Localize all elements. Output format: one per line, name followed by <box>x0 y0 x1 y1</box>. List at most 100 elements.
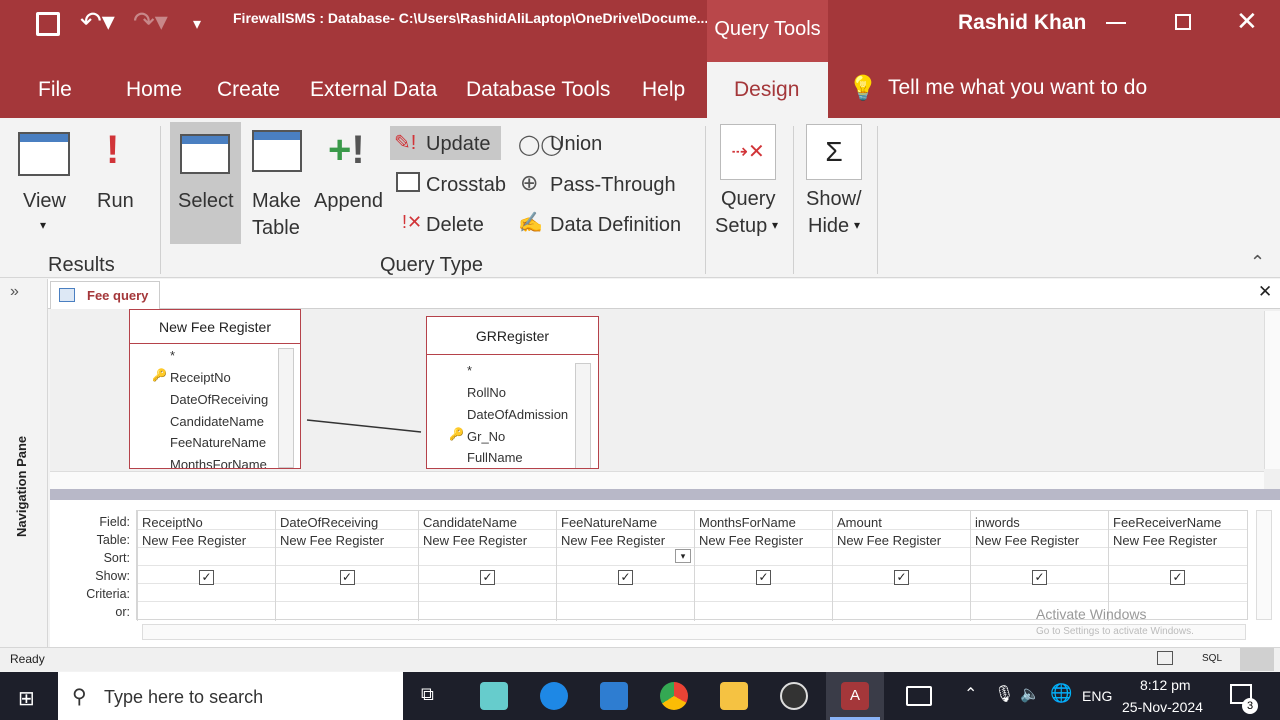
table-scrollbar[interactable] <box>575 363 591 468</box>
table-cell[interactable]: New Fee Register <box>975 533 1079 548</box>
tab-external-data[interactable]: External Data <box>310 78 437 102</box>
field-cell[interactable]: ReceiptNo <box>142 515 203 530</box>
collapse-ribbon-icon[interactable]: ⌃ <box>1250 252 1265 273</box>
field-item[interactable]: MonthsForName <box>170 457 267 468</box>
field-cell[interactable]: FeeNatureName <box>561 515 657 530</box>
field-item[interactable]: RollNo <box>467 385 506 400</box>
clock-time[interactable]: 8:12 pm <box>1140 677 1191 693</box>
field-cell[interactable]: DateOfReceiving <box>280 515 378 530</box>
show-hide-dropdown-icon[interactable]: ▾ <box>854 218 860 232</box>
microphone-icon[interactable]: 🎙 <box>994 684 1014 704</box>
volume-icon[interactable]: 🔈 <box>1020 684 1040 704</box>
network-icon[interactable]: 🌐 <box>1050 683 1072 704</box>
tab-help[interactable]: Help <box>642 78 685 102</box>
table-cell[interactable]: New Fee Register <box>1113 533 1217 548</box>
table-new-fee-register[interactable]: New Fee Register * 🔑 ReceiptNo DateOfRec… <box>129 309 301 469</box>
tab-home[interactable]: Home <box>126 78 182 102</box>
field-item[interactable]: ReceiptNo <box>170 370 231 385</box>
chevron-up-icon[interactable]: ⌃ <box>964 684 977 704</box>
grid-column[interactable]: ReceiptNo New Fee Register ✓ <box>137 511 275 621</box>
table-cell[interactable]: New Fee Register <box>561 533 665 548</box>
language-indicator[interactable]: ENG <box>1082 688 1112 704</box>
grid-column[interactable]: inwords New Fee Register ✓ <box>970 511 1108 621</box>
datasheet-view-icon[interactable] <box>1157 651 1173 665</box>
grid-column[interactable]: FeeReceiverName New Fee Register ✓ <box>1108 511 1246 621</box>
table-cell[interactable]: New Fee Register <box>142 533 246 548</box>
table-cell[interactable]: New Fee Register <box>837 533 941 548</box>
field-item[interactable]: Gr_No <box>467 429 505 444</box>
user-name[interactable]: Rashid Khan <box>958 11 1086 35</box>
field-cell[interactable]: MonthsForName <box>699 515 796 530</box>
field-item[interactable]: DateOfReceiving <box>170 392 268 407</box>
access-taskbar-button[interactable]: A <box>826 672 884 720</box>
table-dropdown-icon[interactable]: ▾ <box>675 549 691 563</box>
tab-design[interactable]: Design <box>734 78 799 102</box>
run-button[interactable]: Run <box>97 190 134 213</box>
pc-icon[interactable] <box>600 682 628 710</box>
task-view-icon[interactable]: ⧉ <box>421 684 434 705</box>
close-icon[interactable]: ✕ <box>1236 6 1258 37</box>
grid-column[interactable]: DateOfReceiving New Fee Register ✓ <box>275 511 418 621</box>
query-setup-button[interactable]: Query <box>721 188 775 211</box>
field-item[interactable]: * <box>467 363 472 378</box>
query-setup-dropdown-icon[interactable]: ▾ <box>772 218 778 232</box>
grid-vertical-scrollbar[interactable] <box>1256 510 1272 620</box>
clock-date[interactable]: 25-Nov-2024 <box>1122 699 1203 715</box>
tab-create[interactable]: Create <box>217 78 280 102</box>
keyboard-icon[interactable] <box>906 686 932 706</box>
union-button[interactable]: Union <box>550 133 602 156</box>
design-view-button[interactable] <box>1240 648 1274 671</box>
obs-icon[interactable] <box>780 682 808 710</box>
view-dropdown-icon[interactable]: ▾ <box>40 218 46 232</box>
tab-database-tools[interactable]: Database Tools <box>466 78 610 102</box>
pass-through-button[interactable]: Pass-Through <box>550 174 676 197</box>
horizontal-scrollbar[interactable] <box>50 471 1264 489</box>
field-cell[interactable]: FeeReceiverName <box>1113 515 1221 530</box>
make-table-button[interactable]: Make <box>252 190 301 213</box>
file-explorer-icon[interactable] <box>720 682 748 710</box>
minimize-icon[interactable] <box>1106 22 1126 24</box>
field-cell[interactable]: CandidateName <box>423 515 517 530</box>
show-checkbox[interactable]: ✓ <box>339 570 355 585</box>
close-tab-icon[interactable]: ✕ <box>1258 282 1272 302</box>
show-checkbox[interactable]: ✓ <box>480 570 495 585</box>
save-icon[interactable] <box>36 12 60 36</box>
field-item[interactable]: FeeNatureName <box>170 435 266 450</box>
field-item[interactable]: FullName <box>467 450 523 465</box>
show-checkbox[interactable]: ✓ <box>199 570 214 585</box>
tell-me-box[interactable]: Tell me what you want to do <box>888 76 1147 100</box>
app-icon[interactable] <box>480 682 508 710</box>
grid-column[interactable]: Amount New Fee Register ✓ <box>832 511 970 621</box>
table-scrollbar[interactable] <box>278 348 294 468</box>
show-checkbox[interactable]: ✓ <box>1032 570 1047 585</box>
grid-column[interactable]: CandidateName New Fee Register ✓ <box>418 511 556 621</box>
view-button[interactable]: View <box>23 190 66 213</box>
edge-icon[interactable] <box>540 682 568 710</box>
show-hide-button[interactable]: Show/ <box>806 188 862 211</box>
delete-button[interactable]: Delete <box>426 214 484 237</box>
tab-file[interactable]: File <box>38 78 72 102</box>
field-item[interactable]: * <box>170 348 175 363</box>
show-checkbox[interactable]: ✓ <box>756 570 771 585</box>
field-cell[interactable]: Amount <box>837 515 882 530</box>
taskbar-search-box[interactable]: ⚲ Type here to search <box>58 672 403 720</box>
append-button[interactable]: Append <box>314 190 383 213</box>
show-checkbox[interactable]: ✓ <box>618 570 633 585</box>
show-checkbox[interactable]: ✓ <box>894 570 909 585</box>
table-cell[interactable]: New Fee Register <box>280 533 384 548</box>
field-item[interactable]: DateOfAdmission <box>467 407 568 422</box>
windows-start-icon[interactable]: ⊞ <box>18 686 35 711</box>
grid-column[interactable]: FeeNatureName New Fee Register ✓ ▾ <box>556 511 694 621</box>
navigation-pane[interactable]: » Navigation Pane <box>0 279 48 647</box>
field-cell[interactable]: inwords <box>975 515 1020 530</box>
chrome-icon[interactable] <box>660 682 688 710</box>
grid-column[interactable]: MonthsForName New Fee Register ✓ <box>694 511 832 621</box>
customize-qat-icon[interactable]: ▾ <box>193 14 201 34</box>
table-cell[interactable]: New Fee Register <box>423 533 527 548</box>
restore-icon[interactable] <box>1175 14 1191 30</box>
sql-view-button[interactable]: SQL <box>1202 653 1222 664</box>
expand-nav-icon[interactable]: » <box>10 283 19 301</box>
table-cell[interactable]: New Fee Register <box>699 533 803 548</box>
crosstab-button[interactable]: Crosstab <box>426 174 506 197</box>
data-definition-button[interactable]: Data Definition <box>550 214 681 237</box>
